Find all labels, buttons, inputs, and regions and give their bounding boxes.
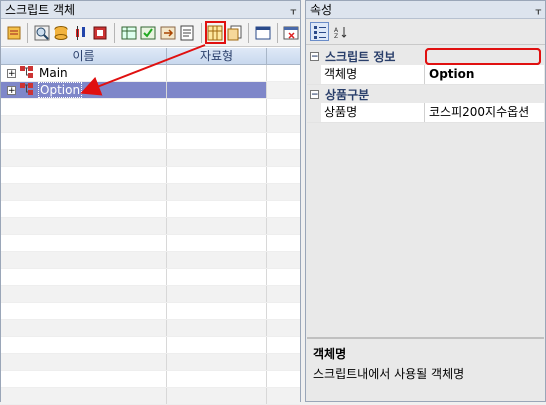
- column-header-empty: [267, 48, 300, 64]
- pin-icon[interactable]: ᚁ: [291, 3, 296, 16]
- chart-object-icon[interactable]: [92, 23, 109, 42]
- script-objects-panel: 스크립트 객체 ᚁ 이름 자료형 + Main + Option: [0, 0, 301, 405]
- candlestick-icon[interactable]: [72, 23, 89, 42]
- script-object-icon: [19, 65, 35, 82]
- expand-icon[interactable]: +: [7, 85, 16, 95]
- properties-toolbar: AZ: [306, 19, 545, 45]
- object-grid-header: 이름 자료형: [1, 48, 300, 65]
- expand-icon[interactable]: +: [7, 68, 16, 78]
- add-object-icon[interactable]: [204, 21, 227, 44]
- panel-title: 스크립트 객체: [5, 3, 76, 17]
- copy-object-icon[interactable]: [226, 23, 243, 42]
- empty-row: [1, 235, 300, 252]
- empty-row: [1, 320, 300, 337]
- pin-icon[interactable]: ᚁ: [536, 3, 541, 16]
- empty-row: [1, 150, 300, 167]
- find-icon[interactable]: [33, 23, 50, 42]
- svg-text:Z: Z: [334, 33, 338, 39]
- toolbar-separator: [27, 22, 29, 43]
- empty-row: [1, 99, 300, 116]
- category-label: 스크립트 정보: [325, 49, 396, 64]
- script-objects-titlebar: 스크립트 객체 ᚁ: [1, 1, 300, 19]
- empty-row: [1, 388, 300, 405]
- empty-row: [1, 371, 300, 388]
- empty-row: [1, 133, 300, 150]
- category-label: 상품구분: [325, 87, 370, 102]
- properties-titlebar: 속성 ᚁ: [306, 1, 545, 19]
- grid-add-icon[interactable]: [120, 23, 137, 42]
- property-name: 객체명: [321, 65, 425, 84]
- categorized-view-icon[interactable]: [310, 22, 329, 41]
- tree-row-type: [167, 65, 267, 81]
- object-tree: + Main + Option: [1, 65, 300, 405]
- toolbar-separator: [200, 22, 202, 43]
- property-value[interactable]: Option: [425, 65, 544, 84]
- arrow-icon[interactable]: [159, 23, 176, 42]
- empty-row: [1, 303, 300, 320]
- window-icon[interactable]: [254, 23, 271, 42]
- empty-row: [1, 184, 300, 201]
- property-grid: − 스크립트 정보 객체명 Option − 상품구분 상품명 코스피200지수…: [307, 47, 544, 123]
- property-name: 상품명: [321, 103, 425, 122]
- empty-row: [1, 252, 300, 269]
- category-product-type[interactable]: − 상품구분: [307, 85, 544, 103]
- properties-panel: 속성 ᚁ AZ − 스크립트 정보 객체명 Option − 상품구분 상품명 …: [305, 0, 546, 402]
- panel-title: 속성: [310, 3, 333, 17]
- alphabetical-sort-icon[interactable]: AZ: [331, 22, 350, 41]
- toolbar-separator: [276, 22, 278, 43]
- database-icon[interactable]: [53, 23, 70, 42]
- property-row-product-name[interactable]: 상품명 코스피200지수옵션: [307, 48, 544, 123]
- new-script-icon[interactable]: [5, 23, 22, 42]
- description-text: 스크립트내에서 사용될 객체명: [313, 367, 465, 381]
- empty-row: [1, 167, 300, 184]
- description-title: 객체명: [313, 347, 347, 361]
- properties-icon[interactable]: [178, 23, 195, 42]
- tree-node-label: Main: [39, 66, 68, 80]
- delete-object-icon[interactable]: [283, 23, 300, 42]
- script-object-icon: [19, 82, 35, 99]
- empty-row: [1, 354, 300, 371]
- property-value[interactable]: 코스피200지수옵션: [425, 103, 544, 122]
- description-pane: 객체명 스크립트내에서 사용될 객체명: [307, 337, 544, 400]
- toolbar-separator: [114, 22, 115, 43]
- empty-row: [1, 218, 300, 235]
- empty-row: [1, 116, 300, 133]
- tree-row-type: [167, 82, 267, 98]
- empty-row: [1, 269, 300, 286]
- empty-row: [1, 337, 300, 354]
- collapse-icon[interactable]: −: [310, 89, 319, 99]
- toolbar-separator: [248, 22, 250, 43]
- empty-row: [1, 286, 300, 303]
- property-row-object-name[interactable]: 객체명 Option: [307, 48, 544, 85]
- collapse-icon[interactable]: −: [310, 51, 319, 61]
- highlight-box: [425, 48, 541, 65]
- tree-row-option[interactable]: + Option: [1, 82, 300, 99]
- check-icon[interactable]: [139, 23, 156, 42]
- column-header-name[interactable]: 이름: [1, 48, 167, 64]
- tree-row-main[interactable]: + Main: [1, 65, 300, 82]
- column-header-type[interactable]: 자료형: [167, 48, 267, 64]
- script-objects-toolbar: [1, 19, 300, 47]
- empty-row: [1, 201, 300, 218]
- tree-node-label: Option: [38, 82, 83, 98]
